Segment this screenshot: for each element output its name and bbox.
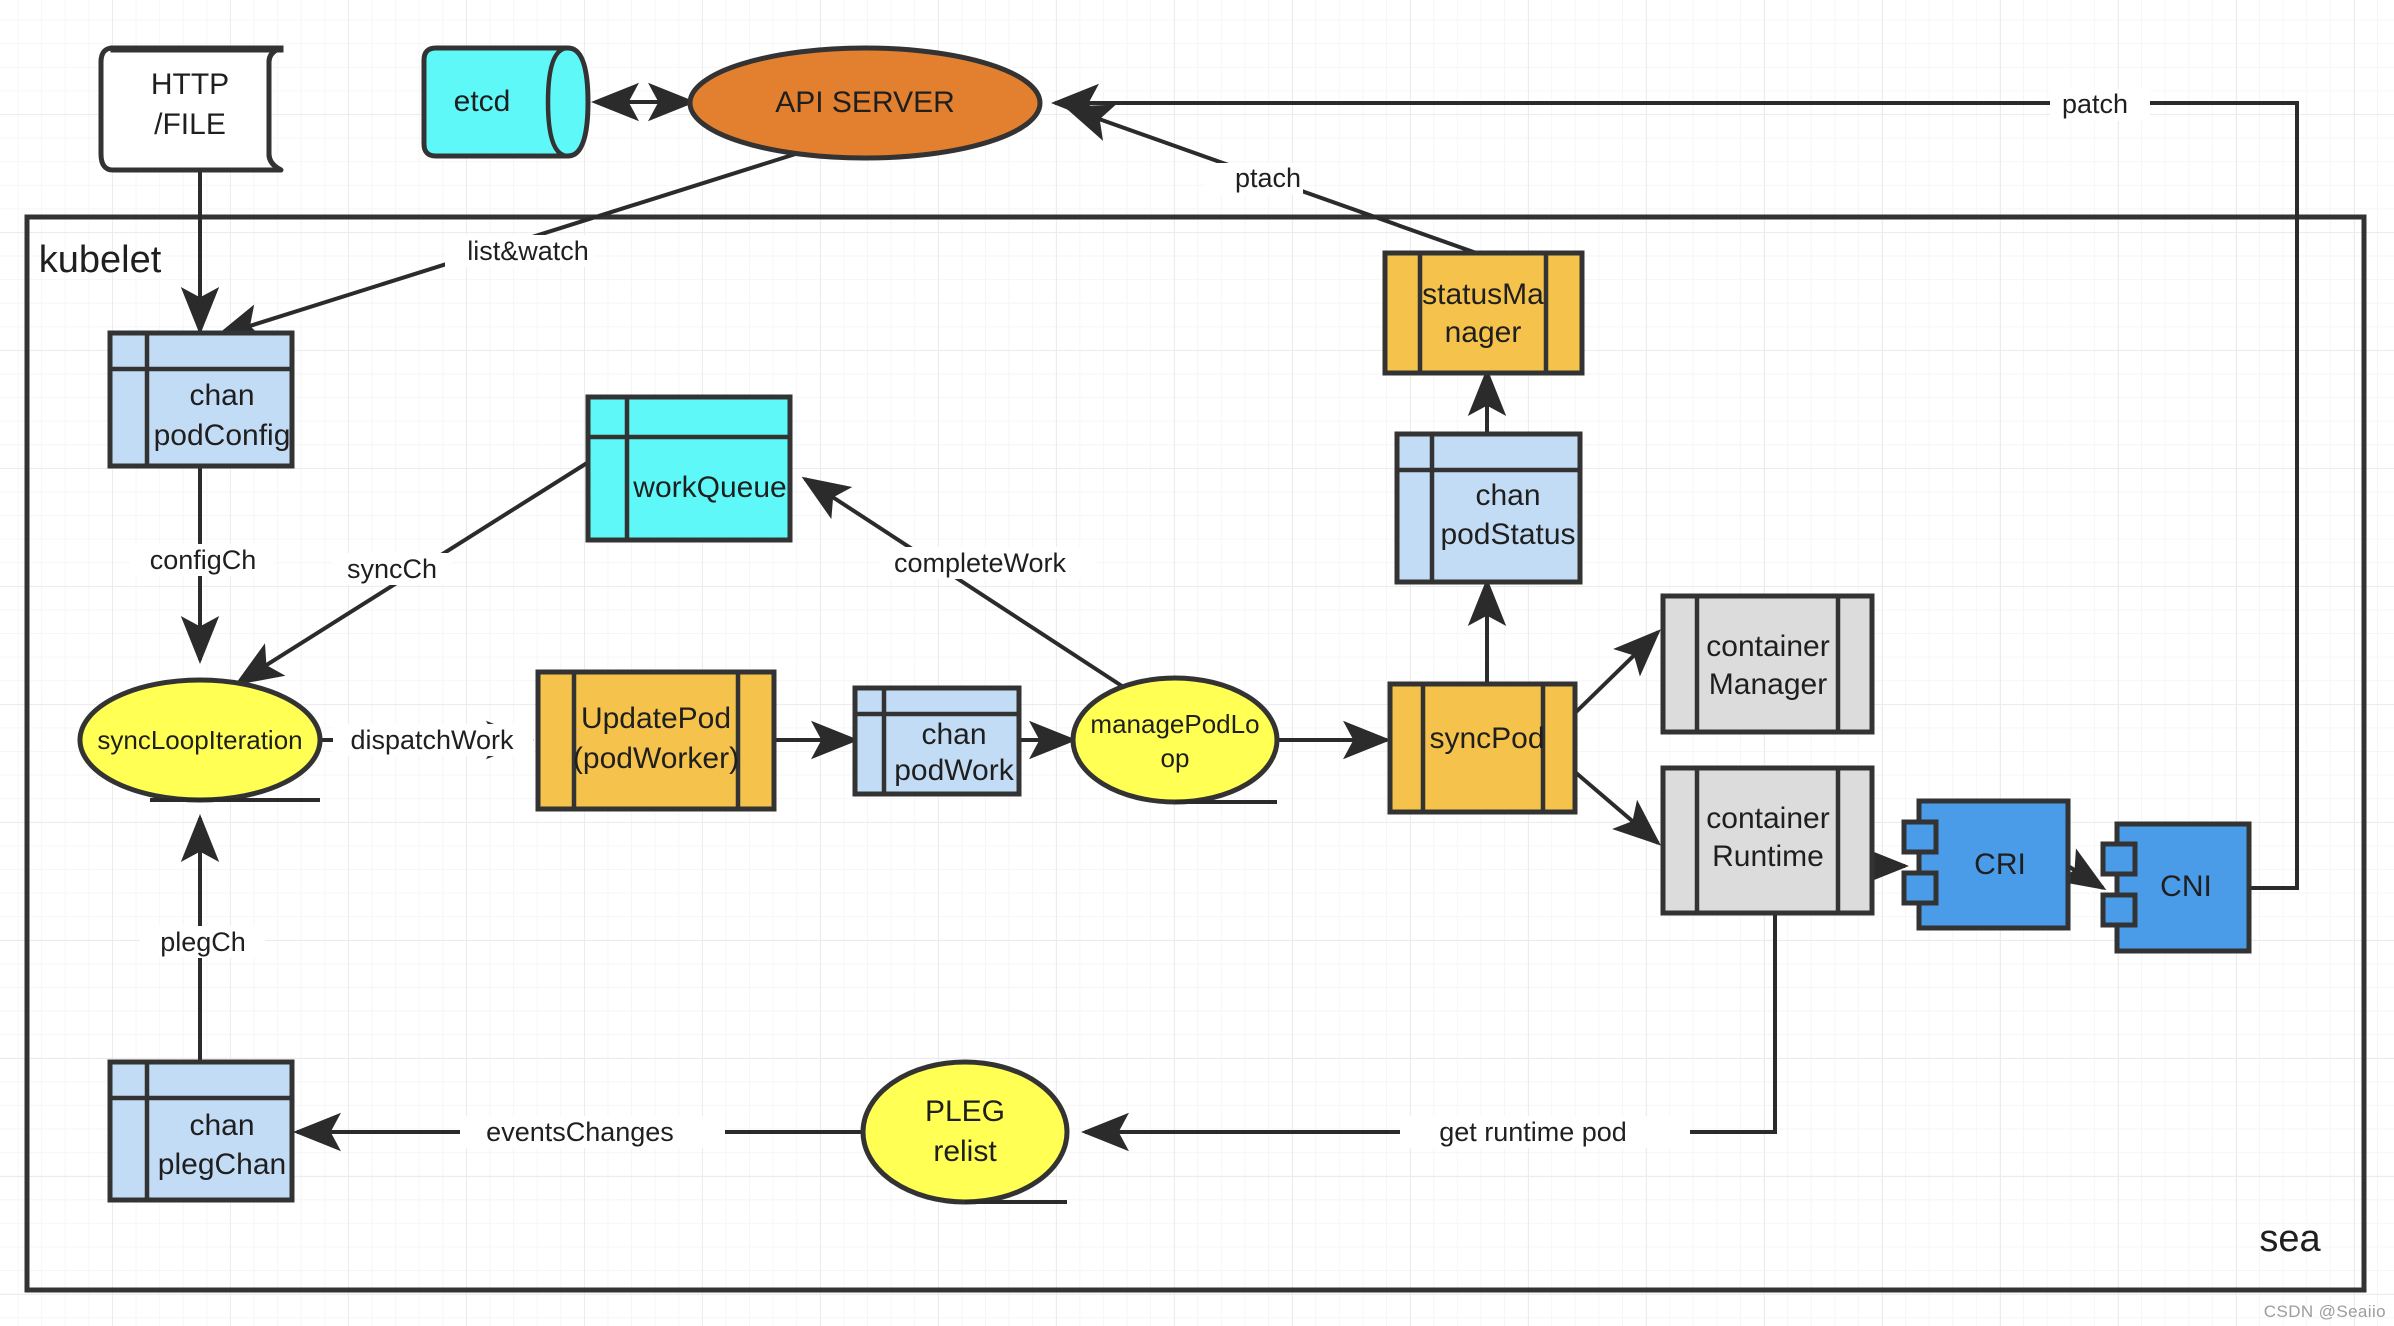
cri-label: CRI bbox=[1974, 848, 2026, 881]
node-cri[interactable]: CRI bbox=[1901, 798, 2071, 931]
edge-syncpod-to-containermanager bbox=[1573, 629, 1661, 715]
node-api-server[interactable]: API SERVER bbox=[687, 45, 1043, 161]
edge-label-completework: completeWork bbox=[894, 548, 1067, 578]
http-file-label-line1: HTTP bbox=[151, 68, 229, 101]
edge-label-plegch: plegCh bbox=[160, 927, 246, 957]
node-chan-plegchan[interactable]: chan plegChan bbox=[107, 1059, 295, 1203]
syncpod-label: syncPod bbox=[1429, 722, 1544, 755]
node-chan-podconfig[interactable]: chan podConfig bbox=[107, 330, 295, 469]
edge-label-configch: configCh bbox=[150, 545, 257, 575]
node-syncloopiteration[interactable]: syncLoopIteration bbox=[77, 677, 323, 803]
edge-managepodloop-to-workqueue: completeWork bbox=[801, 476, 1130, 692]
statusmanager-label-line1: statusMa bbox=[1422, 278, 1544, 311]
container-manager-label-line2: Manager bbox=[1709, 668, 1827, 701]
workqueue-label: workQueue bbox=[632, 471, 786, 504]
chan-podconfig-label-line2: podConfig bbox=[154, 419, 291, 452]
etcd-label: etcd bbox=[454, 85, 511, 118]
syncloopiteration-label: syncLoopIteration bbox=[97, 725, 302, 755]
sea-container-label: sea bbox=[2259, 1218, 2321, 1260]
node-workqueue[interactable]: workQueue bbox=[585, 394, 793, 543]
node-chan-podstatus[interactable]: chan podStatus bbox=[1394, 431, 1583, 585]
node-pleg-relist[interactable]: PLEG relist bbox=[860, 1059, 1070, 1205]
edge-containerruntime-to-pleg: get runtime pod bbox=[1081, 913, 1777, 1152]
edge-syncloop-to-updatepod: dispatchWork bbox=[320, 720, 534, 760]
updatepod-label-line1: UpdatePod bbox=[581, 702, 731, 735]
container-runtime-label-line2: Runtime bbox=[1712, 840, 1824, 873]
kubelet-architecture-diagram: kubelet sea list&watch ptach patch confi… bbox=[24, 45, 2367, 1293]
edge-label-syncch: syncCh bbox=[347, 554, 437, 584]
pleg-relist-label-line1: PLEG bbox=[925, 1095, 1005, 1128]
node-container-manager[interactable]: container Manager bbox=[1660, 593, 1875, 735]
updatepod-label-line2: (podWorker) bbox=[573, 742, 739, 775]
edge-label-dispatchwork: dispatchWork bbox=[350, 725, 514, 755]
edge-api-server-to-podconfig: list&watch bbox=[214, 138, 841, 342]
cni-label: CNI bbox=[2160, 870, 2212, 903]
csdn-watermark: CSDN @Seaiio bbox=[2263, 1302, 2386, 1321]
node-managepodloop[interactable]: managePodLo op bbox=[1070, 675, 1280, 805]
managepodloop-label-line1: managePodLo bbox=[1090, 709, 1259, 739]
api-server-label: API SERVER bbox=[775, 86, 955, 119]
edge-podconfig-to-syncloop: configCh bbox=[130, 466, 275, 664]
edge-label-get-runtime-pod: get runtime pod bbox=[1439, 1117, 1627, 1147]
chan-podwork-label-line2: podWork bbox=[894, 754, 1015, 787]
edge-status-manager-to-api-server: ptach bbox=[1064, 104, 1483, 257]
edge-workqueue-to-syncloop: syncCh bbox=[234, 461, 589, 686]
edge-label-patch: patch bbox=[2062, 89, 2128, 119]
pleg-relist-label-line2: relist bbox=[933, 1135, 997, 1168]
chan-podstatus-label-line1: chan bbox=[1475, 479, 1540, 512]
container-runtime-label-line1: container bbox=[1706, 802, 1829, 835]
node-cni[interactable]: CNI bbox=[2100, 821, 2252, 954]
chan-podconfig-label-line1: chan bbox=[189, 379, 254, 412]
node-http-file[interactable]: HTTP /FILE bbox=[98, 45, 284, 173]
node-container-runtime[interactable]: container Runtime bbox=[1660, 765, 1875, 916]
node-updatepod[interactable]: UpdatePod (podWorker) bbox=[535, 669, 777, 812]
http-file-label-line2: /FILE bbox=[154, 108, 226, 141]
chan-plegchan-label-line2: plegChan bbox=[158, 1148, 286, 1181]
managepodloop-label-line2: op bbox=[1161, 743, 1190, 773]
node-chan-podwork[interactable]: chan podWork bbox=[852, 685, 1022, 797]
edge-label-ptach: ptach bbox=[1235, 163, 1301, 193]
chan-plegchan-label-line1: chan bbox=[189, 1109, 254, 1142]
statusmanager-label-line2: nager bbox=[1445, 316, 1522, 349]
edge-label-eventschanges: eventsChanges bbox=[486, 1117, 674, 1147]
node-etcd[interactable]: etcd bbox=[421, 45, 591, 159]
kubelet-container-label: kubelet bbox=[39, 239, 162, 281]
edge-plegchan-to-syncloop: plegCh bbox=[140, 814, 265, 1060]
edge-label-list-and-watch: list&watch bbox=[467, 236, 589, 266]
node-statusmanager[interactable]: statusMa nager bbox=[1382, 250, 1585, 376]
chan-podstatus-label-line2: podStatus bbox=[1440, 518, 1575, 551]
edge-pleg-to-plegchan: eventsChanges bbox=[293, 1112, 861, 1152]
diagram-canvas: kubelet sea list&watch ptach patch confi… bbox=[0, 0, 2394, 1326]
node-syncpod[interactable]: syncPod bbox=[1387, 681, 1578, 815]
chan-podwork-label-line1: chan bbox=[921, 718, 986, 751]
edge-syncpod-to-containerruntime bbox=[1573, 770, 1662, 846]
edge-cri-to-cni bbox=[2055, 848, 2107, 891]
container-manager-label-line1: container bbox=[1706, 630, 1829, 663]
